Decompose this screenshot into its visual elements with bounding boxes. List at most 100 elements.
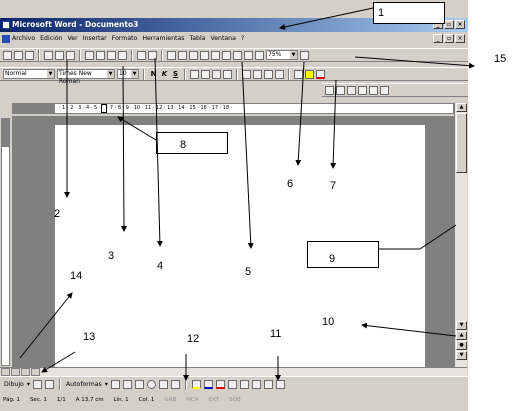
print-view-button[interactable] <box>21 368 30 376</box>
normal-view-button[interactable] <box>1 368 10 376</box>
tables-borders-icon[interactable] <box>189 50 198 60</box>
dash-style-icon[interactable] <box>239 380 249 389</box>
line-color-icon[interactable] <box>203 380 213 389</box>
status-rec[interactable]: GRB <box>164 397 176 403</box>
fill-color-icon[interactable] <box>191 380 201 389</box>
redo-icon[interactable] <box>148 50 157 60</box>
status-ext[interactable]: EXT <box>209 397 220 403</box>
paste-icon[interactable] <box>107 50 116 60</box>
numbering-icon[interactable] <box>242 69 251 79</box>
ruler-margin <box>13 104 55 113</box>
document-icon[interactable] <box>2 35 10 43</box>
undo-icon[interactable] <box>137 50 146 60</box>
wordart-icon[interactable] <box>170 380 180 389</box>
horizontal-ruler[interactable]: · 1 · 2 · 3 · 4 · 5 · 6 · 7 · 8 · 9 · 10… <box>12 103 454 114</box>
3d-icon[interactable] <box>275 380 285 389</box>
save-icon[interactable] <box>25 50 34 60</box>
menu-help[interactable]: ? <box>241 33 244 45</box>
select-objects-icon[interactable] <box>32 380 42 389</box>
line-icon[interactable] <box>110 380 120 389</box>
bold-button[interactable]: N <box>149 70 158 78</box>
drawing-icon[interactable] <box>233 50 242 60</box>
maximize-button[interactable]: ▫ <box>444 20 454 29</box>
italic-button[interactable]: K <box>160 70 169 78</box>
menu-archivo[interactable]: Archivo <box>12 33 35 45</box>
outline-view-button[interactable] <box>31 368 40 376</box>
menu-edicion[interactable]: Edición <box>40 33 62 45</box>
justify-icon[interactable] <box>223 69 232 79</box>
menu-formato[interactable]: Formato <box>112 33 138 45</box>
increase-indent-icon[interactable] <box>275 69 284 79</box>
tool-icon[interactable] <box>347 85 356 95</box>
align-right-icon[interactable] <box>212 69 221 79</box>
floating-toolbar <box>322 83 468 97</box>
status-sob[interactable]: SOB <box>229 397 241 403</box>
spelling-icon[interactable] <box>66 50 75 60</box>
menu-herramientas[interactable]: Herramientas <box>142 33 184 45</box>
copy-icon[interactable] <box>96 50 105 60</box>
font-color-icon[interactable] <box>316 69 325 79</box>
browse-object-button[interactable]: ● <box>456 341 467 350</box>
web-view-button[interactable] <box>11 368 20 376</box>
tool-icon[interactable] <box>369 85 378 95</box>
decrease-indent-icon[interactable] <box>264 69 273 79</box>
show-hide-icon[interactable] <box>255 50 264 60</box>
menu-ventana[interactable]: Ventana <box>210 33 235 45</box>
columns-icon[interactable] <box>222 50 231 60</box>
menu-insertar[interactable]: Insertar <box>83 33 107 45</box>
scroll-up-button[interactable]: ▲ <box>456 103 467 112</box>
underline-button[interactable]: S <box>171 70 180 78</box>
rotate-icon[interactable] <box>44 380 54 389</box>
document-map-icon[interactable] <box>244 50 253 60</box>
menu-ver[interactable]: Ver <box>68 33 78 45</box>
scroll-down-button[interactable]: ▼ <box>456 321 467 330</box>
format-painter-icon[interactable] <box>118 50 127 60</box>
insert-table-icon[interactable] <box>200 50 209 60</box>
font-color-icon[interactable] <box>215 380 225 389</box>
new-doc-icon[interactable] <box>3 50 12 60</box>
scroll-thumb[interactable] <box>456 113 467 173</box>
autoformas-menu[interactable]: Autoformas <box>66 381 102 388</box>
web-toolbar-icon[interactable] <box>178 50 187 60</box>
cut-icon[interactable] <box>85 50 94 60</box>
dibujo-menu[interactable]: Dibujo <box>4 381 24 388</box>
open-icon[interactable] <box>14 50 23 60</box>
bullets-icon[interactable] <box>253 69 262 79</box>
style-select[interactable]: Normal ▼ <box>3 69 55 79</box>
indent-marker[interactable] <box>101 104 107 113</box>
hyperlink-icon[interactable] <box>167 50 176 60</box>
print-preview-icon[interactable] <box>55 50 64 60</box>
doc-minimize-button[interactable]: _ <box>433 34 443 43</box>
align-center-icon[interactable] <box>201 69 210 79</box>
highlight-icon[interactable] <box>305 69 314 79</box>
close-button[interactable]: × <box>455 20 465 29</box>
prev-page-button[interactable]: ▲ <box>456 331 467 340</box>
arrow-style-icon[interactable] <box>251 380 261 389</box>
textbox-icon[interactable] <box>158 380 168 389</box>
font-size-select[interactable]: 10 ▼ <box>117 69 139 79</box>
horizontal-scrollbar[interactable] <box>0 367 467 376</box>
tool-icon[interactable] <box>358 85 367 95</box>
status-mcr[interactable]: MCA <box>186 397 198 403</box>
next-page-button[interactable]: ▼ <box>456 351 467 360</box>
office-assistant-icon[interactable] <box>300 50 309 60</box>
oval-icon[interactable] <box>146 380 156 389</box>
font-select[interactable]: Times New Roman ▼ <box>57 69 115 85</box>
doc-restore-button[interactable]: ▫ <box>444 34 454 43</box>
rectangle-icon[interactable] <box>134 380 144 389</box>
align-left-icon[interactable] <box>190 69 199 79</box>
vertical-scrollbar[interactable]: ▲ ▼ ▲ ● ▼ <box>454 103 467 367</box>
arrow-icon[interactable] <box>122 380 132 389</box>
menu-tabla[interactable]: Tabla <box>189 33 205 45</box>
print-icon[interactable] <box>44 50 53 60</box>
zoom-select[interactable]: 75% ▼ <box>266 50 298 60</box>
vertical-ruler[interactable] <box>1 118 10 366</box>
tool-icon[interactable] <box>325 85 334 95</box>
border-icon[interactable] <box>294 69 303 79</box>
shadow-icon[interactable] <box>263 380 273 389</box>
tool-icon[interactable] <box>380 85 389 95</box>
line-style-icon[interactable] <box>227 380 237 389</box>
insert-excel-icon[interactable] <box>211 50 220 60</box>
tool-icon[interactable] <box>336 85 345 95</box>
doc-close-button[interactable]: × <box>455 34 465 43</box>
